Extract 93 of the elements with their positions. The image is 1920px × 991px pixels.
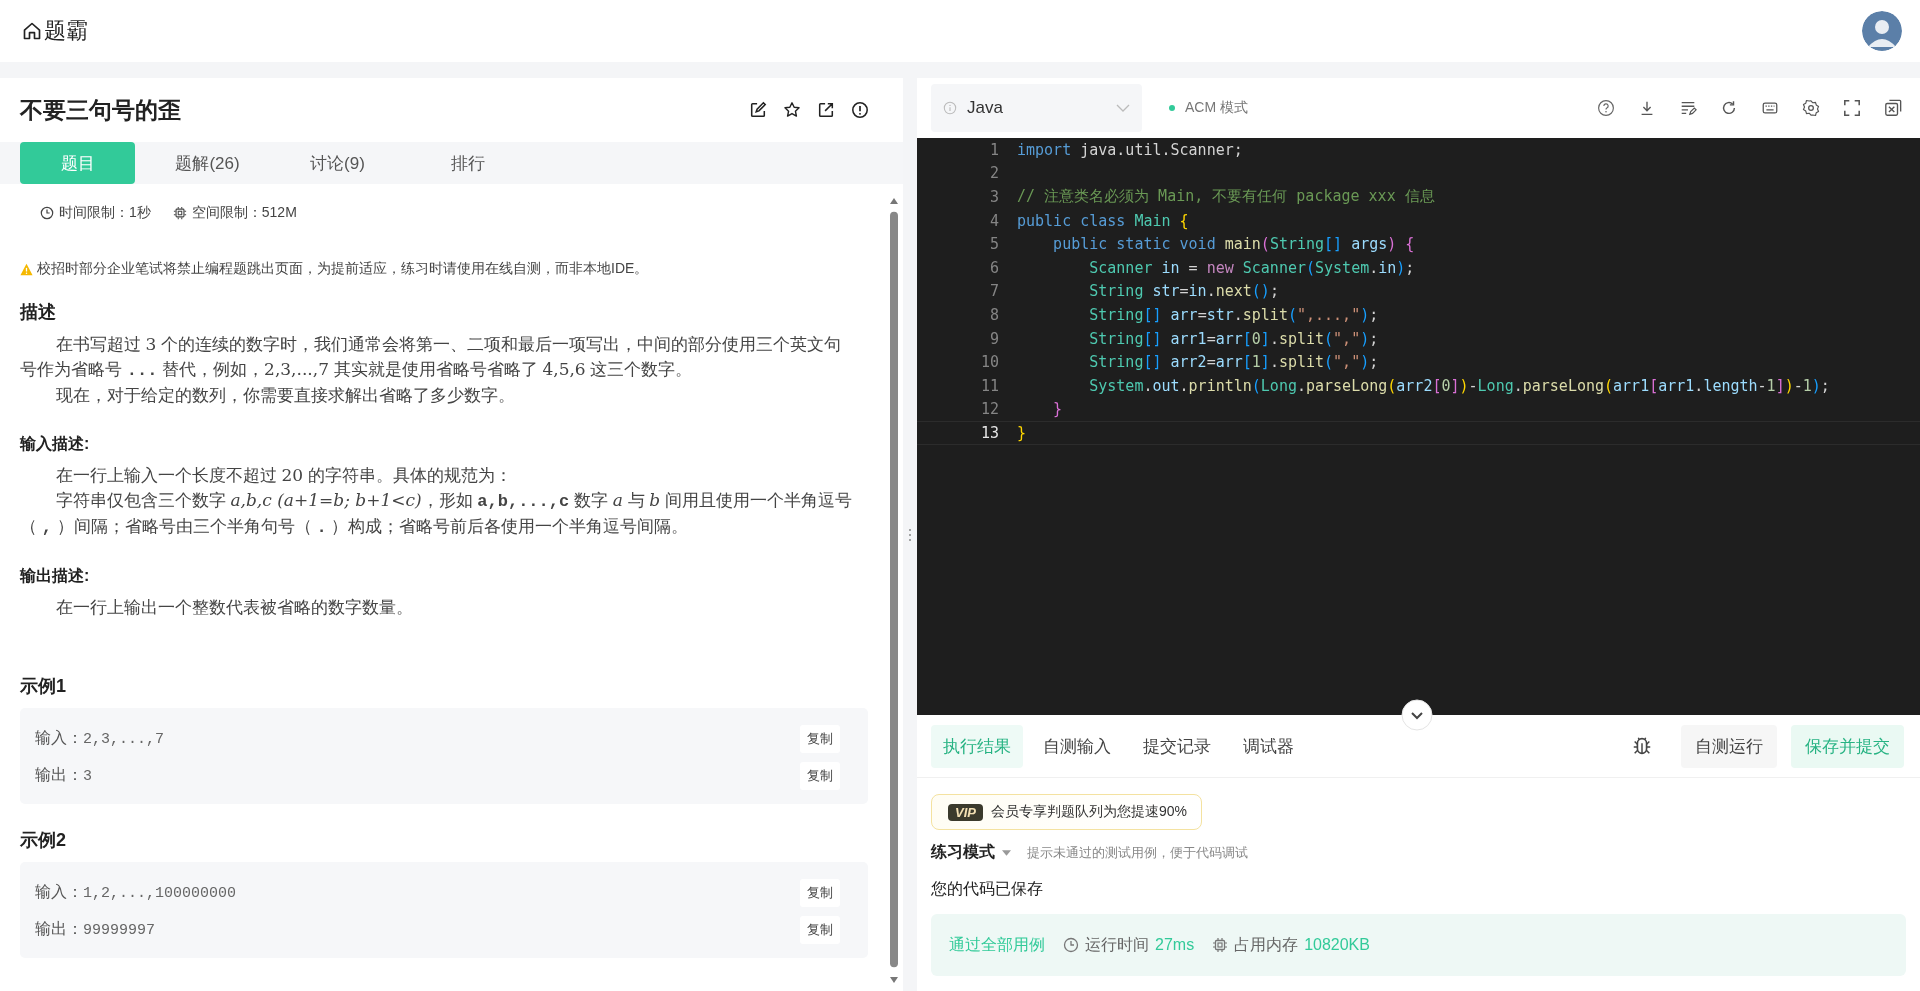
example-heading: 示例2 bbox=[20, 829, 67, 852]
line-number: 7 bbox=[988, 282, 999, 301]
code-line: String[] arr2=arr[1].split(","); bbox=[1088, 353, 1379, 372]
vip-banner[interactable]: VIP 会员专享判题队列为您提速90% bbox=[931, 794, 1202, 830]
copy-button[interactable]: 复制 bbox=[800, 761, 840, 790]
code-line: } bbox=[1017, 423, 1027, 442]
section-heading: 输入描述: bbox=[20, 434, 91, 454]
console-tab[interactable]: 提交记录 bbox=[1131, 724, 1223, 768]
star-icon[interactable] bbox=[783, 101, 801, 119]
clock-icon bbox=[40, 206, 54, 220]
paragraph: 现在，对于给定的数列，你需要直接求解出省略了多少数字。 bbox=[54, 385, 516, 407]
example-heading: 示例1 bbox=[20, 675, 67, 698]
site-title[interactable]: 题霸 bbox=[44, 16, 88, 46]
tab[interactable]: 排行 bbox=[410, 142, 525, 184]
copy-button[interactable]: 复制 bbox=[800, 915, 840, 944]
chip-icon bbox=[172, 206, 187, 220]
stat-label: 占用内存 bbox=[1234, 934, 1299, 955]
info-icon[interactable] bbox=[851, 101, 869, 119]
save-message: 您的代码已保存 bbox=[931, 879, 1043, 899]
code-line: // 注意类名必须为 Main, 不要有任何 package xxx 信息 bbox=[1017, 187, 1435, 207]
paragraph: 在书写超过 3 个的连续的数字时，我们通常会将第一、二项和最后一项写出，中间的部分使用三个英文句号作为省略号 ... 替代，例如，2,3,...,7 其实就是使用省略号省略了 4,5,6 这三个数字。 bbox=[20, 333, 842, 382]
paragraph: 字符串仅包含三个数字 a,b,c (a+1=b; b+1<c)，形如 a,b,...,c 数字 a 与 b 间用且使用一个半角逗号（ , ）间隔；省略号由三个半角句号（ . ）构成；省略号前后各使用一个半角逗号间隔。 bbox=[20, 489, 853, 539]
home-icon[interactable] bbox=[22, 21, 42, 41]
avatar[interactable] bbox=[1862, 11, 1902, 51]
keyboard-icon[interactable] bbox=[1761, 99, 1779, 117]
line-number: 1 bbox=[988, 140, 999, 159]
line-number: 3 bbox=[988, 188, 999, 206]
code-line: public static void main(String[] args) { bbox=[1052, 235, 1415, 254]
line-number: 5 bbox=[988, 235, 999, 254]
stat-value: 27ms bbox=[1155, 936, 1195, 954]
warning-icon bbox=[20, 262, 33, 276]
mode-hint: 提示未通过的测试用例，便于代码调试 bbox=[1027, 843, 1248, 862]
close-window-icon[interactable] bbox=[1884, 99, 1902, 117]
code-line: public class Main { bbox=[1017, 211, 1189, 230]
line-number: 2 bbox=[988, 164, 999, 183]
mode-dropdown[interactable]: 练习模式 bbox=[931, 842, 1011, 863]
chip-icon bbox=[1212, 937, 1229, 953]
vip-badge: VIP bbox=[948, 803, 983, 821]
vip-text: 会员专享判题队列为您提速90% bbox=[990, 803, 1187, 821]
refresh-icon[interactable] bbox=[1720, 99, 1738, 117]
line-number: 13 bbox=[979, 423, 999, 442]
section-heading: 描述 bbox=[20, 301, 57, 324]
tab[interactable]: 题解(26) bbox=[150, 142, 265, 184]
code-line: Scanner in = new Scanner(System.in); bbox=[1088, 258, 1415, 277]
edit-icon[interactable] bbox=[749, 101, 767, 119]
caret-icon bbox=[1002, 849, 1011, 856]
line-number: 12 bbox=[979, 400, 999, 419]
line-number: 6 bbox=[988, 258, 999, 277]
result-status: 通过全部用例 bbox=[949, 934, 1045, 955]
example-line: 输入：1,2,...,100000000 bbox=[35, 882, 237, 903]
code-line: String str=in.next(); bbox=[1088, 282, 1279, 301]
code-line: import java.util.Scanner; bbox=[1017, 140, 1243, 159]
settings-icon[interactable] bbox=[1802, 99, 1820, 117]
resize-handle[interactable] bbox=[908, 527, 912, 542]
help-icon[interactable] bbox=[1597, 99, 1615, 117]
status-dot-icon bbox=[1169, 105, 1175, 111]
line-number: 10 bbox=[979, 353, 999, 372]
paragraph: 在一行上输入一个长度不超过 20 的字符串。具体的规范为： bbox=[54, 464, 513, 487]
problem-title: 不要三句号的歪 bbox=[20, 95, 181, 125]
stat-value: 10820KB bbox=[1304, 936, 1370, 954]
example-line: 输出：99999997 bbox=[35, 919, 155, 940]
line-number: 9 bbox=[988, 329, 999, 348]
stat-label: 运行时间 bbox=[1085, 934, 1149, 955]
code-line: String[] arr1=arr[0].split(","); bbox=[1088, 329, 1379, 348]
format-icon[interactable] bbox=[1679, 99, 1697, 117]
copy-button[interactable]: 复制 bbox=[800, 878, 840, 907]
mode-label: ACM 模式 bbox=[1185, 99, 1248, 117]
limit-text: 空间限制：512M bbox=[191, 204, 297, 222]
clock-icon bbox=[1063, 937, 1079, 953]
share-icon[interactable] bbox=[817, 101, 835, 119]
bug-icon[interactable] bbox=[1631, 735, 1653, 757]
line-number: 4 bbox=[988, 211, 999, 230]
run-button[interactable]: 自测运行 bbox=[1681, 724, 1777, 768]
section-heading: 输出描述: bbox=[20, 566, 91, 586]
copy-button[interactable]: 复制 bbox=[800, 724, 840, 753]
warning-text: 校招时部分企业笔试将禁止编程题跳出页面，为提前适应，练习时请使用在线自测，而非本地IDE。 bbox=[37, 260, 649, 278]
code-line: String[] arr=str.split(",...,"); bbox=[1088, 305, 1379, 324]
limit-text: 时间限制：1秒 bbox=[59, 204, 151, 222]
code-line: System.out.println(Long.parseLong(arr2[0])-Long.parseLong(arr1[arr1.length-1])-1); bbox=[1088, 376, 1830, 395]
chevron-down-icon bbox=[1116, 104, 1130, 112]
fullscreen-icon[interactable] bbox=[1843, 99, 1861, 117]
info-icon bbox=[943, 101, 957, 115]
tab[interactable]: 讨论(9) bbox=[280, 142, 395, 184]
code-line: } bbox=[1052, 400, 1063, 419]
line-number: 11 bbox=[979, 376, 999, 395]
console-tab[interactable]: 自测输入 bbox=[1031, 724, 1123, 768]
console-tab[interactable]: 调试器 bbox=[1231, 724, 1306, 768]
language-select[interactable]: Java bbox=[931, 84, 1142, 132]
example-line: 输入：2,3,...,7 bbox=[35, 728, 164, 749]
example-line: 输出：3 bbox=[35, 765, 92, 786]
line-number: 8 bbox=[988, 305, 999, 324]
paragraph: 在一行上输出一个整数代表被省略的数字数量。 bbox=[54, 597, 414, 619]
collapse-button[interactable] bbox=[1401, 699, 1433, 731]
